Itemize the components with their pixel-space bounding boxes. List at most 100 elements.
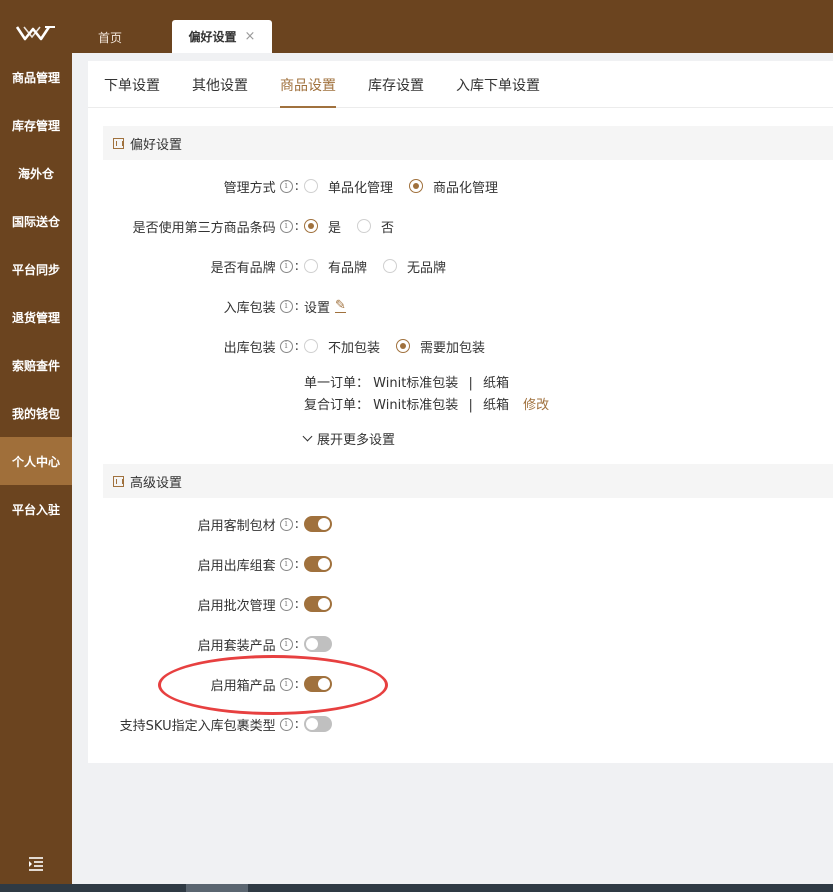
- radio-has-brand[interactable]: 有品牌: [304, 257, 367, 276]
- sidebar-item-label: 国际送仓: [11, 214, 60, 229]
- winit-logo[interactable]: [0, 10, 72, 56]
- radio-no-brand[interactable]: 无品牌: [383, 257, 446, 276]
- inbound-packing-setup-link[interactable]: 设置 ✎: [304, 297, 346, 316]
- subtab-order-settings[interactable]: 下单设置: [104, 75, 160, 95]
- section-icon: [113, 475, 124, 487]
- sidebar-item-wallet[interactable]: 我的钱包: [0, 389, 72, 437]
- info-icon[interactable]: i: [279, 717, 293, 731]
- top-bar: 首页 偏好设置 ×: [72, 0, 833, 53]
- sidebar: 商品管理 库存管理 海外仓 国际送仓 平台同步 退货管理 索赔查件 我的钱包 个…: [0, 0, 72, 884]
- packing-key: 单一订单：: [304, 376, 370, 391]
- info-icon[interactable]: i: [279, 219, 293, 233]
- subtab-inbound-order-settings[interactable]: 入库下单设置: [456, 75, 540, 95]
- info-icon[interactable]: i: [279, 677, 293, 691]
- row-outbound-packing: 出库包装 i: 不加包装 需要加包装: [223, 337, 486, 356]
- row-outbound-kitting: 启用出库组套 i:: [88, 552, 833, 576]
- info-icon[interactable]: i: [279, 299, 293, 313]
- sidebar-item-claims[interactable]: 索赔查件: [0, 341, 72, 389]
- radio-need-packing[interactable]: 需要加包装: [396, 337, 485, 356]
- sidebar-item-returns[interactable]: 退货管理: [0, 293, 72, 341]
- menu-indent-icon[interactable]: [26, 856, 46, 872]
- scrollbar-thumb[interactable]: [186, 884, 248, 892]
- sidebar-item-label: 平台入驻: [11, 502, 60, 517]
- sidebar-item-platform-sync[interactable]: 平台同步: [0, 245, 72, 293]
- packing-box: 纸箱: [482, 376, 509, 391]
- radio-label: 是: [328, 220, 342, 236]
- toggle-bundle-product[interactable]: [304, 636, 332, 652]
- modify-packing-link[interactable]: 修改: [523, 398, 549, 413]
- radio-label: 单品化管理: [328, 180, 394, 196]
- row-sku-inbound-parcel-type: 支持SKU指定入库包裹类型 i:: [88, 712, 833, 736]
- radio-label: 需要加包装: [420, 340, 486, 356]
- tab-preferences[interactable]: 偏好设置 ×: [172, 20, 272, 53]
- single-order-packing: 单一订单： Winit标准包装 | 纸箱: [304, 372, 509, 391]
- info-icon[interactable]: i: [279, 179, 293, 193]
- sidebar-item-platform-onboarding[interactable]: 平台入驻: [0, 485, 72, 533]
- sidebar-item-personal-center[interactable]: 个人中心: [0, 437, 72, 485]
- subtab-product-settings[interactable]: 商品设置: [280, 75, 336, 95]
- sidebar-item-overseas-warehouse[interactable]: 海外仓: [0, 149, 72, 197]
- active-tab-indicator: [280, 106, 336, 108]
- section-icon: [113, 137, 124, 149]
- close-icon[interactable]: ×: [245, 29, 256, 44]
- subtab-other-settings[interactable]: 其他设置: [192, 75, 248, 95]
- field-label: 启用箱产品: [210, 678, 276, 694]
- field-label: 出库包装: [223, 340, 276, 356]
- expand-more-settings[interactable]: 展开更多设置: [302, 429, 396, 448]
- subtab-inventory-settings[interactable]: 库存设置: [368, 75, 424, 95]
- radio-single-item[interactable]: 单品化管理: [304, 177, 393, 196]
- info-icon[interactable]: i: [279, 339, 293, 353]
- radio-no[interactable]: 否: [357, 217, 394, 236]
- sidebar-item-international-delivery[interactable]: 国际送仓: [0, 197, 72, 245]
- section-title: 偏好设置: [130, 137, 183, 153]
- field-label: 启用客制包材: [197, 518, 276, 534]
- toggle-batch-management[interactable]: [304, 596, 332, 612]
- radio-label: 不加包装: [328, 340, 381, 356]
- info-icon[interactable]: i: [279, 557, 293, 571]
- toggle-custom-packing-material[interactable]: [304, 516, 332, 532]
- toggle-box-product[interactable]: [304, 676, 332, 692]
- sidebar-item-label: 索赔查件: [11, 358, 60, 373]
- sidebar-item-label: 库存管理: [11, 118, 60, 133]
- compound-order-packing: 复合订单： Winit标准包装 | 纸箱 修改: [304, 394, 549, 413]
- sidebar-item-inventory[interactable]: 库存管理: [0, 101, 72, 149]
- tab-home[interactable]: 首页: [98, 24, 122, 50]
- field-label: 是否有品牌: [210, 260, 276, 276]
- radio-no-packing[interactable]: 不加包装: [304, 337, 380, 356]
- expand-label: 展开更多设置: [317, 433, 396, 448]
- settings-panel: 下单设置 其他设置 商品设置 库存设置 入库下单设置 偏好设置 管理方式 i: 单…: [88, 61, 833, 763]
- radio-label: 否: [381, 220, 395, 236]
- section-header-advanced: 高级设置: [103, 464, 833, 498]
- tab-label: 偏好设置: [188, 30, 237, 44]
- radio-product-mode[interactable]: 商品化管理: [409, 177, 498, 196]
- toggle-outbound-kitting[interactable]: [304, 556, 332, 572]
- info-icon[interactable]: i: [279, 597, 293, 611]
- info-icon[interactable]: i: [279, 637, 293, 651]
- field-label: 是否使用第三方商品条码: [132, 220, 276, 236]
- settings-subtabs: 下单设置 其他设置 商品设置 库存设置 入库下单设置: [88, 61, 833, 108]
- field-label: 启用批次管理: [197, 598, 276, 614]
- row-batch-management: 启用批次管理 i:: [88, 592, 833, 616]
- row-box-product: 启用箱产品 i:: [88, 672, 833, 696]
- link-label: 设置: [304, 300, 331, 316]
- section-header-preferences: 偏好设置: [103, 126, 833, 160]
- row-inbound-packing: 入库包装 i: 设置 ✎: [223, 297, 346, 316]
- info-icon[interactable]: i: [279, 517, 293, 531]
- separator: |: [468, 398, 473, 413]
- radio-yes[interactable]: 是: [304, 217, 341, 236]
- toggle-sku-inbound-parcel-type[interactable]: [304, 716, 332, 732]
- separator: |: [468, 376, 473, 391]
- radio-label: 商品化管理: [433, 180, 499, 196]
- chevron-down-icon: [302, 431, 313, 442]
- radio-label: 有品牌: [328, 260, 368, 276]
- packing-box: 纸箱: [482, 398, 509, 413]
- info-icon[interactable]: i: [279, 259, 293, 273]
- sidebar-item-label: 我的钱包: [11, 406, 60, 421]
- sidebar-item-product[interactable]: 商品管理: [0, 53, 72, 101]
- sidebar-item-label: 个人中心: [11, 454, 60, 469]
- packing-type: Winit标准包装: [373, 398, 459, 413]
- packing-key: 复合订单：: [304, 398, 370, 413]
- radio-label: 无品牌: [407, 260, 447, 276]
- packing-type: Winit标准包装: [373, 376, 459, 391]
- bottom-scrollbar[interactable]: [0, 884, 833, 892]
